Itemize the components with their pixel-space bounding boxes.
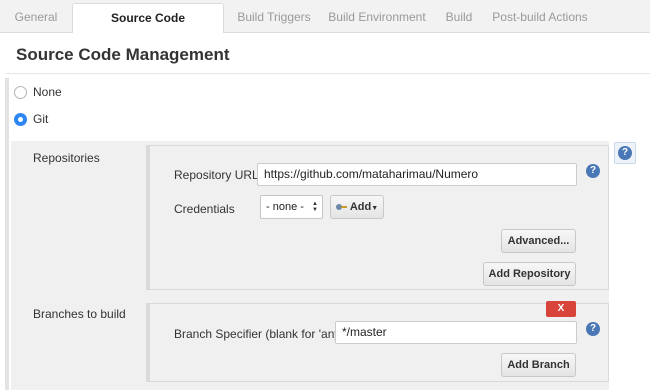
dropdown-arrow-icon: ▼	[371, 205, 379, 212]
branches-to-build-label: Branches to build	[33, 307, 126, 321]
repositories-label: Repositories	[33, 151, 100, 165]
select-updown-icon: ▲▼	[312, 201, 318, 213]
section-title: Source Code Management	[16, 45, 230, 64]
section-divider	[6, 73, 650, 74]
tab-source-code-management[interactable]: Source Code Management	[72, 3, 224, 53]
branch-specifier-label: Branch Specifier (blank for 'any')	[174, 327, 347, 341]
credentials-label: Credentials	[174, 202, 235, 216]
radio-git-label: Git	[33, 112, 49, 126]
help-icon: ?	[618, 146, 632, 160]
credentials-select[interactable]: - none - ▲▼	[260, 195, 323, 219]
tab-general[interactable]: General	[6, 3, 66, 33]
git-help-button[interactable]: ?	[614, 142, 636, 164]
config-tab-bar: General Source Code Management Build Tri…	[0, 0, 650, 53]
radio-none[interactable]	[14, 85, 27, 99]
section-indent-bar	[5, 78, 9, 390]
delete-branch-button[interactable]: X	[546, 301, 576, 317]
branch-specifier-help-icon[interactable]: ?	[586, 322, 600, 336]
radio-none-label: None	[33, 85, 62, 99]
scm-option-git[interactable]: Git	[14, 110, 48, 128]
key-icon	[335, 204, 347, 211]
repository-url-input[interactable]: https://github.com/mataharimau/Numero	[257, 163, 577, 186]
add-branch-button[interactable]: Add Branch	[501, 353, 576, 377]
add-credentials-label: Add	[349, 201, 372, 213]
repository-url-help-icon[interactable]: ?	[586, 164, 600, 178]
credentials-select-value: - none -	[266, 201, 304, 213]
radio-git[interactable]	[14, 112, 27, 126]
tab-build-triggers[interactable]: Build Triggers	[230, 3, 318, 33]
branch-specifier-input[interactable]: */master	[335, 321, 577, 344]
repository-url-label: Repository URL	[174, 168, 259, 182]
add-repository-button[interactable]: Add Repository	[483, 262, 576, 286]
config-panel: Source Code Management None Git ? Reposi…	[0, 33, 650, 390]
tab-post-build-actions[interactable]: Post-build Actions	[488, 3, 592, 33]
scm-option-none[interactable]: None	[14, 83, 62, 101]
advanced-button[interactable]: Advanced...	[501, 229, 576, 253]
tab-build[interactable]: Build	[436, 3, 482, 33]
tab-build-environment[interactable]: Build Environment	[324, 3, 430, 33]
add-credentials-button[interactable]: Add▼	[330, 195, 384, 219]
